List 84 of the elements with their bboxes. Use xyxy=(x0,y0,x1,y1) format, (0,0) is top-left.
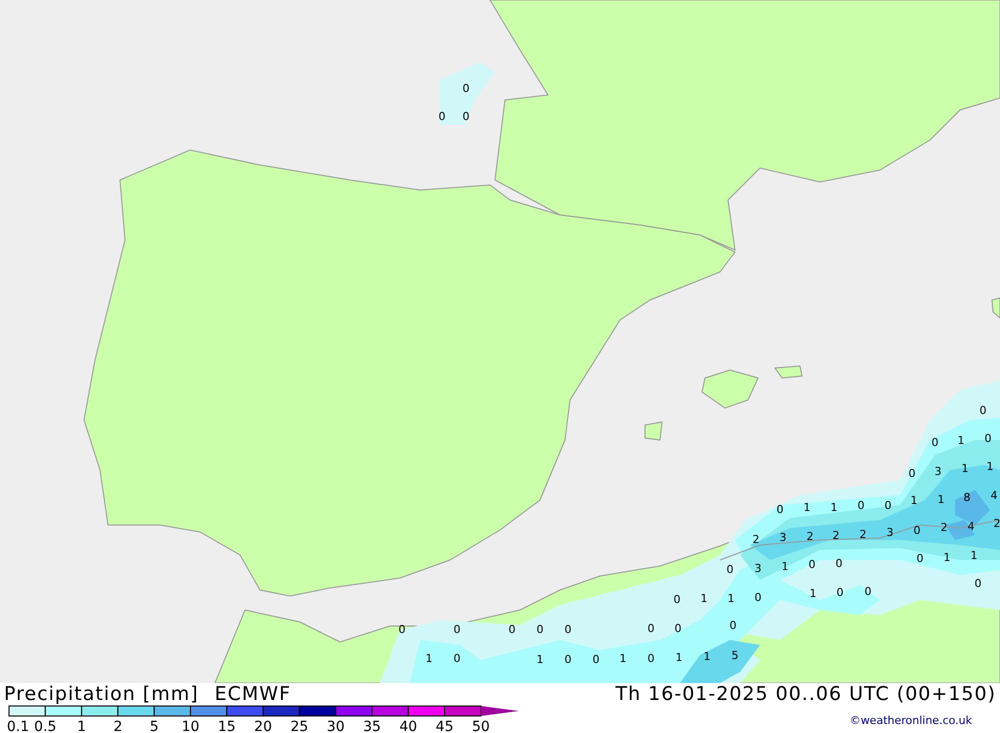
precipitation-value: 0 xyxy=(884,499,892,512)
legend-tick-label: 2 xyxy=(113,719,122,733)
legend-tick-label: 15 xyxy=(218,719,236,733)
precipitation-value: 0 xyxy=(754,591,762,604)
precipitation-value: 1 xyxy=(962,462,968,475)
precipitation-value: 1 xyxy=(620,652,626,665)
precipitation-value: 0 xyxy=(776,503,784,516)
precipitation-value: 2 xyxy=(806,530,814,543)
copyright-text: ©weatheronline.co.uk xyxy=(850,713,973,729)
precipitation-value: 0 xyxy=(836,557,842,570)
precipitation-value: 0 xyxy=(398,623,406,636)
precipitation-value: 4 xyxy=(968,520,974,533)
precipitation-value: 0 xyxy=(980,404,986,417)
precipitation-value: 0 xyxy=(648,622,654,635)
precipitation-value: 0 xyxy=(730,619,736,632)
precipitation-value: 2 xyxy=(940,521,948,534)
legend-tick-label: 30 xyxy=(326,719,345,733)
precipitation-value: 0 xyxy=(914,524,920,537)
precipitation-value: 8 xyxy=(964,491,970,504)
precipitation-value: 0 xyxy=(726,563,734,576)
legend-tick-label: 20 xyxy=(254,719,272,733)
precipitation-value: 0 xyxy=(836,586,844,599)
precipitation-value: 1 xyxy=(782,560,788,573)
precipitation-value: 2 xyxy=(994,517,1000,530)
precipitation-value: 1 xyxy=(958,434,964,447)
precipitation-value: 4 xyxy=(990,489,998,502)
precipitation-value: 3 xyxy=(780,531,786,544)
precipitation-value: 0 xyxy=(908,467,916,480)
precipitation-value: 0 xyxy=(454,652,460,665)
precipitation-value: 1 xyxy=(910,494,918,507)
legend-tick-label: 40 xyxy=(399,719,418,733)
precipitation-value: 1 xyxy=(700,592,708,605)
precipitation-value: 0 xyxy=(648,652,654,665)
valid-time: Th 16-01-2025 00..06 UTC (00+150) xyxy=(615,683,996,705)
legend-tick-label: 35 xyxy=(363,719,381,733)
precipitation-value: 3 xyxy=(886,526,894,539)
precipitation-value: 0 xyxy=(564,653,572,666)
precipitation-value: 0 xyxy=(674,593,680,606)
precipitation-value: 1 xyxy=(986,460,994,473)
precipitation-value: 1 xyxy=(938,493,944,506)
precipitation-value: 1 xyxy=(944,551,950,564)
precipitation-value: 5 xyxy=(732,649,738,662)
precipitation-value: 0 xyxy=(674,622,682,635)
precipitation-value: 1 xyxy=(970,549,978,562)
legend-tick-label: 0.1 xyxy=(6,719,30,733)
precipitation-value: 3 xyxy=(934,465,942,478)
precipitation-value: 0 xyxy=(508,623,516,636)
legend-tick-label: 0.5 xyxy=(34,719,56,733)
legend-tick-label: 25 xyxy=(290,719,308,733)
precipitation-value: 0 xyxy=(454,623,460,636)
precipitation-value: 1 xyxy=(676,651,682,664)
precipitation-value: 2 xyxy=(860,528,866,541)
legend-tick-label: 50 xyxy=(472,719,490,733)
precipitation-area xyxy=(440,62,495,125)
precipitation-value: 0 xyxy=(536,623,544,636)
precipitation-value: 0 xyxy=(438,110,446,123)
legend-title: Precipitation [mm] xyxy=(4,683,199,705)
precipitation-value: 0 xyxy=(564,623,572,636)
legend-tick-label: 5 xyxy=(150,719,159,733)
precipitation-value: 0 xyxy=(864,585,872,598)
precipitation-value: 1 xyxy=(810,587,816,600)
precipitation-value: 1 xyxy=(804,501,810,514)
precipitation-value: 0 xyxy=(916,552,924,565)
precipitation-value: 1 xyxy=(830,501,838,514)
precipitation-value: 0 xyxy=(462,82,470,95)
precipitation-value: 3 xyxy=(754,562,762,575)
precipitation-value: 0 xyxy=(932,436,938,449)
precipitation-value: 0 xyxy=(592,653,600,666)
precipitation-value: 1 xyxy=(426,652,432,665)
precipitation-value: 2 xyxy=(832,529,840,542)
legend-tick-label: 10 xyxy=(182,719,200,733)
precipitation-value: 1 xyxy=(536,653,544,666)
precipitation-value: 0 xyxy=(808,558,816,571)
precipitation-value: 0 xyxy=(974,577,982,590)
legend-tick-label: 45 xyxy=(436,719,454,733)
precipitation-value: 2 xyxy=(752,533,760,546)
precipitation-value: 0 xyxy=(858,499,864,512)
precipitation-value: 0 xyxy=(462,110,470,123)
precipitation-value: 0 xyxy=(984,432,992,445)
model-name: ECMWF xyxy=(214,683,292,705)
precipitation-value: 1 xyxy=(728,592,734,605)
legend-tick-label: 1 xyxy=(77,719,86,733)
land-area xyxy=(991,297,1000,320)
precipitation-value: 1 xyxy=(704,650,710,663)
